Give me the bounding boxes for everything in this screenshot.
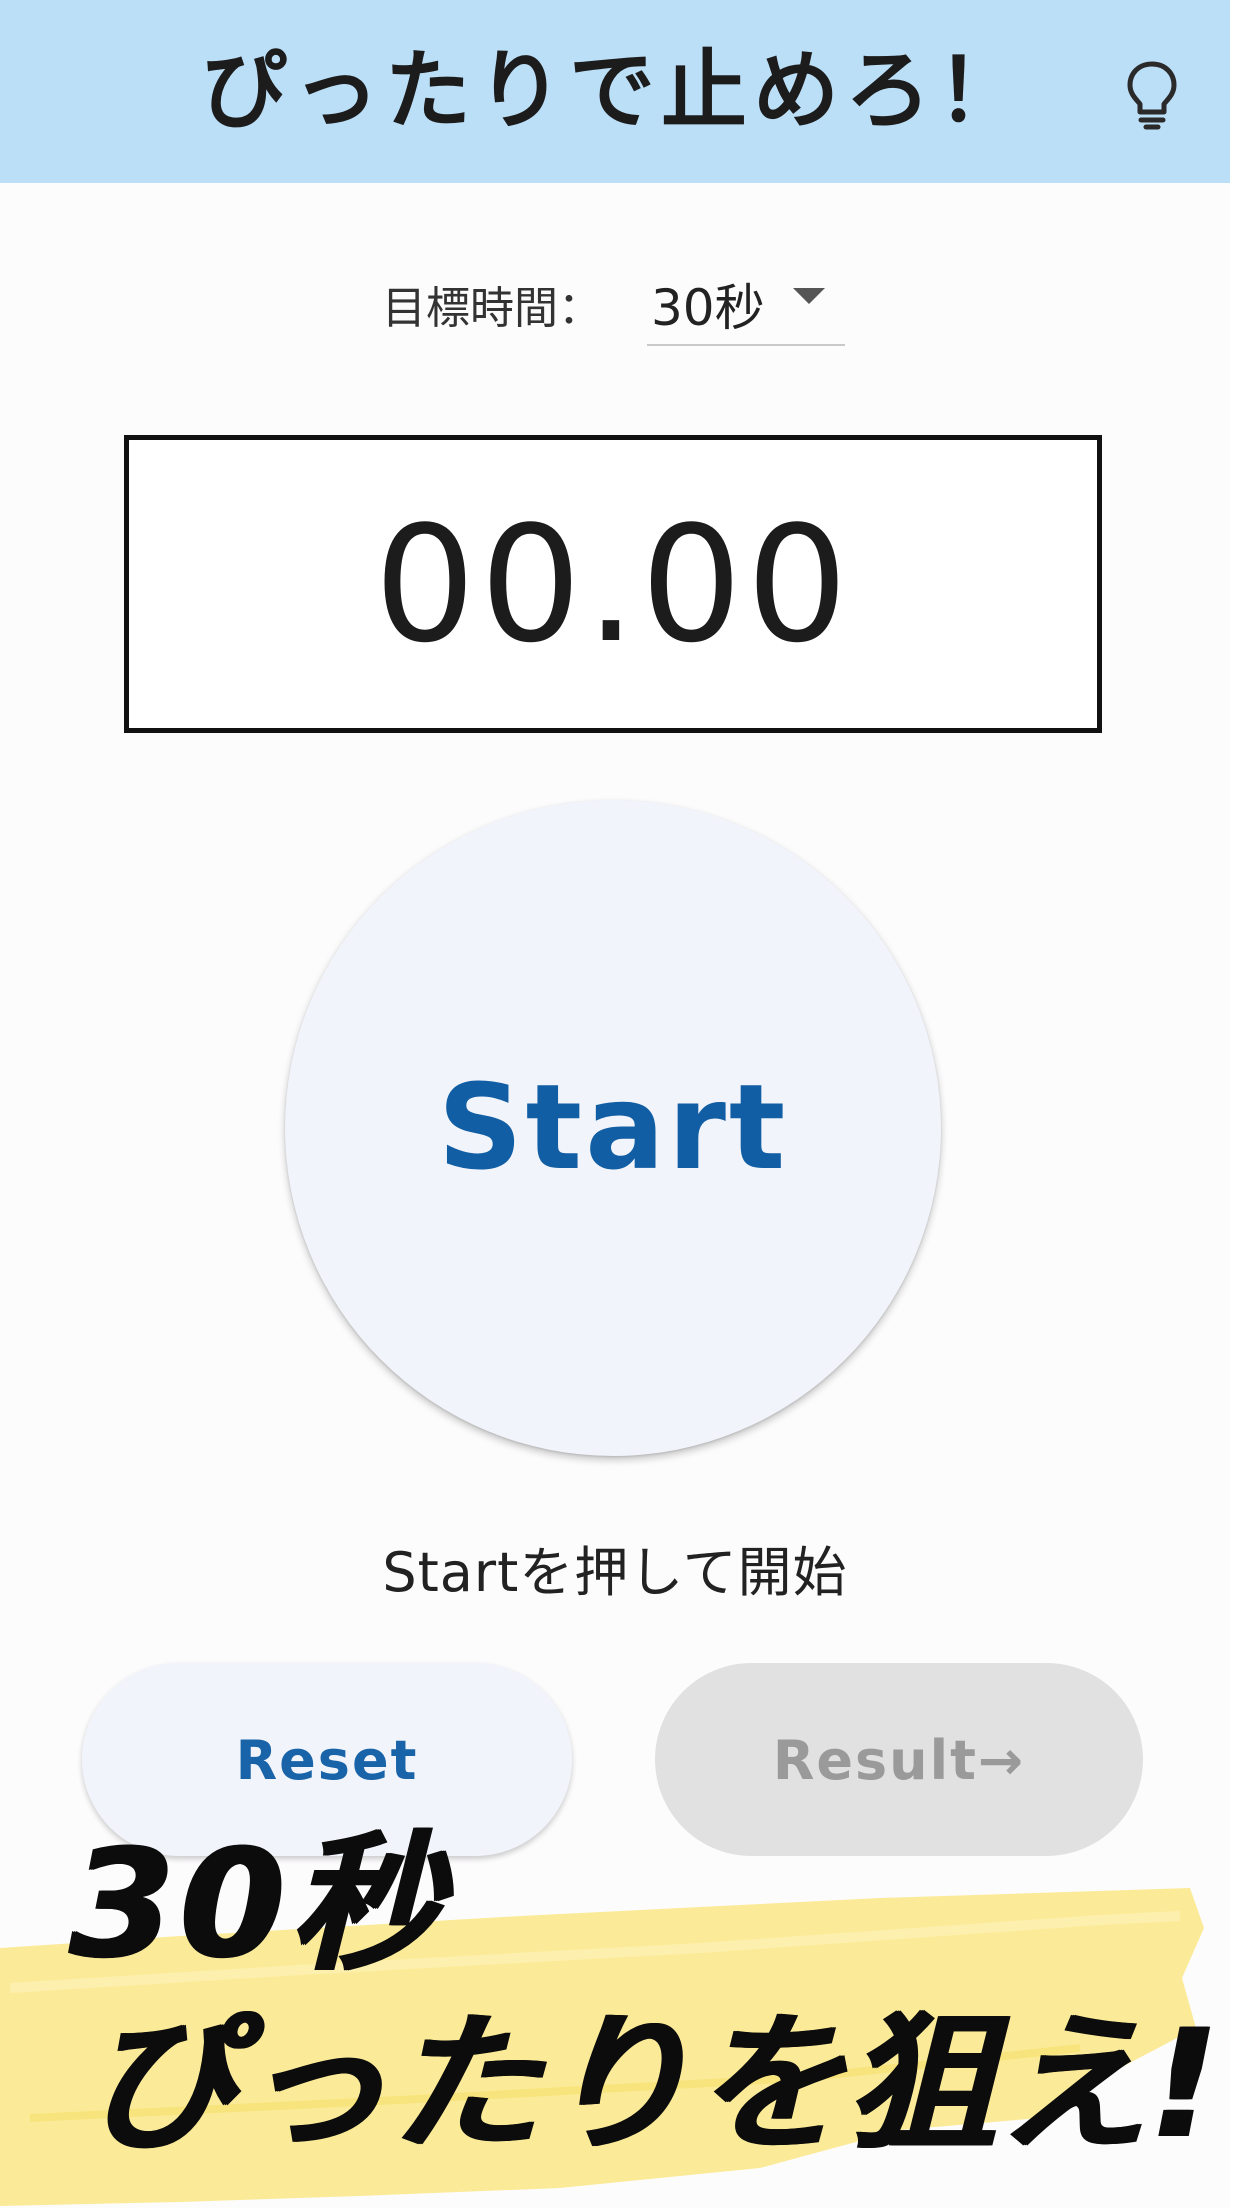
timer-display: 00.00 — [124, 435, 1102, 733]
start-button[interactable]: Start — [285, 800, 941, 1456]
result-button-label: Result→ — [772, 1729, 1026, 1792]
dropdown-caret-icon — [793, 288, 825, 304]
target-time-value: 30秒 — [651, 279, 765, 337]
target-time-dropdown[interactable]: 30秒 — [647, 258, 845, 346]
hint-text: Startを押して開始 — [382, 1541, 848, 1604]
promo-line-2: ぴったりを狙え! — [86, 1998, 1221, 2172]
target-time-label: 目標時間： — [382, 283, 602, 334]
start-button-label: Start — [437, 1058, 789, 1196]
app-bar: ぴったりで止めろ！ — [0, 0, 1230, 183]
target-time-row: 目標時間： 30秒 — [0, 258, 1230, 348]
edge-strip — [1230, 0, 1242, 2208]
timer-value: 00.00 — [373, 491, 853, 678]
reset-button-label: Reset — [235, 1729, 419, 1792]
result-button[interactable]: Result→ — [655, 1663, 1143, 1856]
lightbulb-icon[interactable] — [1122, 58, 1182, 130]
promo-line-1: 30秒 — [70, 1818, 447, 1992]
app-title: ぴったりで止めろ！ — [201, 41, 1029, 141]
